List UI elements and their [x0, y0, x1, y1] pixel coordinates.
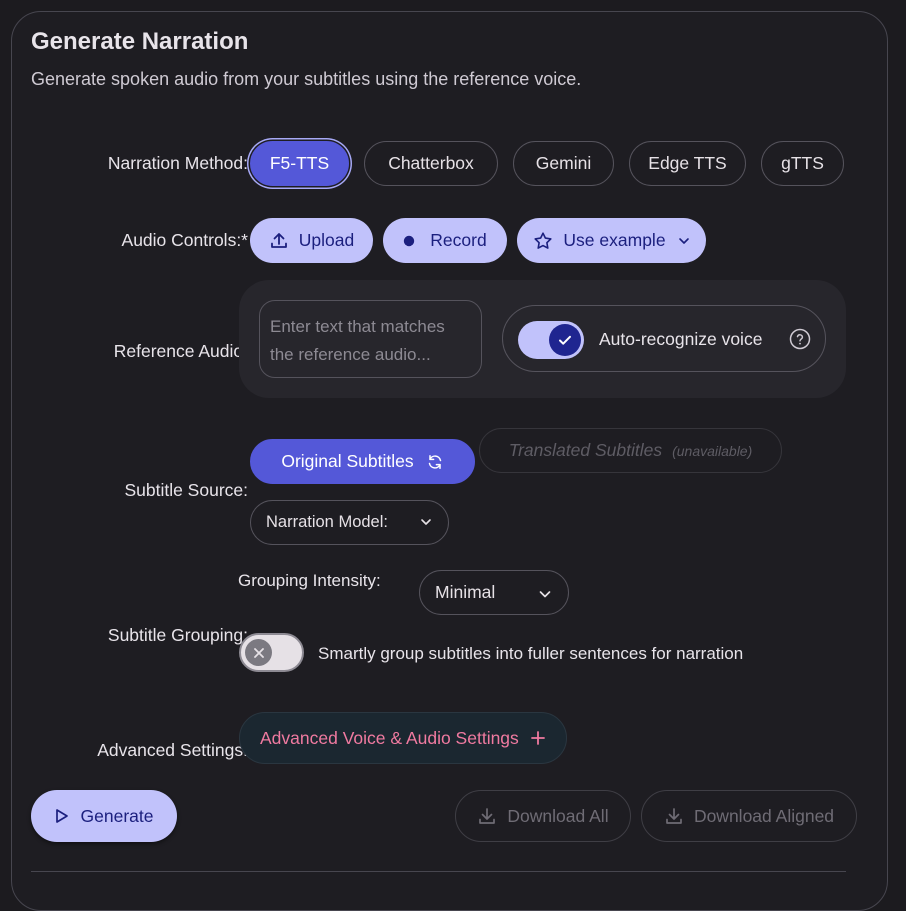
- subtitle-source-label: Subtitle Source:: [124, 480, 248, 500]
- auto-recognize-toggle[interactable]: [518, 321, 584, 359]
- play-icon: [55, 808, 69, 824]
- narration-model-dropdown[interactable]: Narration Model:: [250, 500, 449, 545]
- method-f5-tts-button[interactable]: F5-TTS: [250, 141, 349, 186]
- download-all-button: Download All: [455, 790, 631, 842]
- method-edge-tts-button[interactable]: Edge TTS: [629, 141, 746, 186]
- smart-group-toggle[interactable]: [239, 633, 304, 672]
- chevron-down-icon: [678, 237, 690, 245]
- smart-group-label: Smartly group subtitles into fuller sent…: [318, 644, 744, 663]
- help-icon[interactable]: [789, 328, 811, 355]
- star-icon: [533, 231, 553, 251]
- use-example-label: Use example: [563, 230, 666, 250]
- record-button[interactable]: Record: [383, 218, 507, 263]
- advanced-settings-label: Advanced Settings:: [97, 740, 248, 760]
- reference-audio-label: Reference Audio:: [113, 341, 248, 361]
- divider: [31, 871, 846, 872]
- method-gtts-button[interactable]: gTTS: [761, 141, 844, 186]
- translated-subtitles-button: Translated Subtitles (unavailable): [479, 428, 782, 473]
- generate-button[interactable]: Generate: [31, 790, 177, 842]
- narration-model-label: Narration Model:: [266, 513, 388, 531]
- narration-method-label: Narration Method:: [107, 153, 248, 173]
- upload-label: Upload: [298, 230, 355, 250]
- chevron-down-icon: [538, 585, 552, 606]
- generate-label: Generate: [80, 805, 154, 826]
- upload-icon: [269, 231, 289, 251]
- refresh-icon: [426, 453, 444, 471]
- page-subtitle: Generate spoken audio from your subtitle…: [31, 69, 582, 89]
- advanced-settings-button-label: Advanced Voice & Audio Settings: [260, 727, 519, 748]
- plus-icon: [530, 731, 545, 745]
- download-aligned-label: Download Aligned: [693, 805, 835, 826]
- original-subtitles-button[interactable]: Original Subtitles: [250, 439, 475, 484]
- audio-controls-label: Audio Controls:*: [121, 230, 248, 250]
- download-all-label: Download All: [507, 805, 609, 826]
- grouping-intensity-dropdown[interactable]: Minimal: [419, 570, 569, 615]
- original-subtitles-label: Original Subtitles: [281, 451, 414, 471]
- auto-recognize-label: Auto-recognize voice: [599, 329, 763, 349]
- method-gemini-button[interactable]: Gemini: [513, 141, 614, 186]
- upload-button[interactable]: Upload: [250, 218, 373, 263]
- subtitle-grouping-label: Subtitle Grouping:: [107, 625, 248, 645]
- unavailable-note: (unavailable): [672, 442, 753, 459]
- download-aligned-button: Download Aligned: [641, 790, 857, 842]
- method-chatterbox-button[interactable]: Chatterbox: [364, 141, 498, 186]
- grouping-intensity-label: Grouping Intensity:: [238, 571, 381, 590]
- reference-text-input[interactable]: Enter text that matches the reference au…: [259, 300, 482, 378]
- advanced-settings-button[interactable]: Advanced Voice & Audio Settings: [239, 712, 567, 764]
- grouping-intensity-value: Minimal: [435, 582, 496, 602]
- close-icon: [245, 639, 272, 666]
- auto-recognize-box: Auto-recognize voice: [502, 305, 826, 372]
- download-icon: [477, 806, 497, 826]
- use-example-button[interactable]: Use example: [517, 218, 706, 263]
- chevron-down-icon: [420, 515, 432, 534]
- download-icon: [664, 806, 684, 826]
- translated-subtitles-label: Translated Subtitles: [508, 440, 663, 460]
- record-icon: [403, 235, 415, 247]
- record-label: Record: [430, 230, 487, 250]
- check-icon: [549, 324, 581, 356]
- page-title: Generate Narration: [31, 28, 249, 55]
